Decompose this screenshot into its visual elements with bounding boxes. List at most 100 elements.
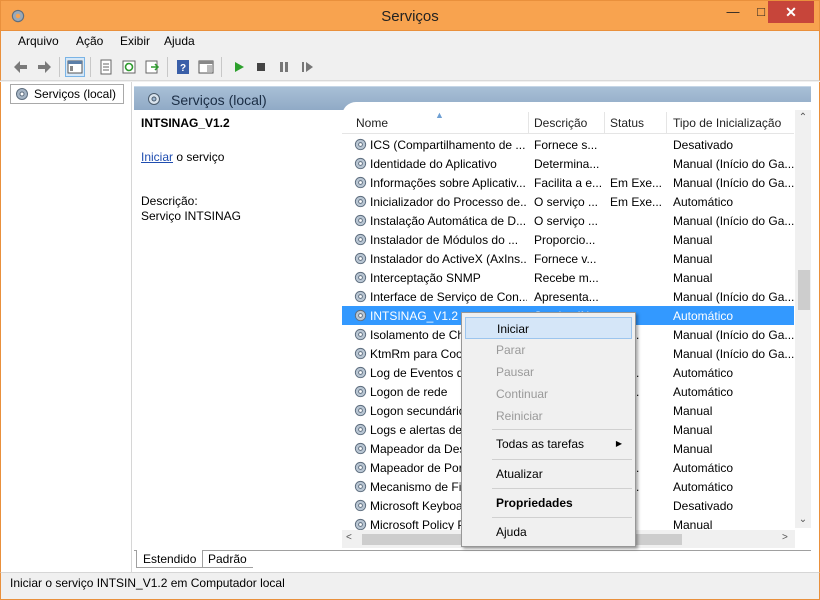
table-row[interactable]: ICS (Compartilhamento de ... Fornece s...… [342,135,794,154]
refresh-icon[interactable] [119,57,139,77]
service-gear-icon [354,385,367,398]
service-gear-icon [354,157,367,170]
cell-startup-type: Manual [673,442,713,456]
cell-startup-type: Manual (Início do Ga... [673,347,794,361]
forward-arrow-icon[interactable] [34,57,54,77]
context-menu: Iniciar Parar Pausar Continuar Reiniciar Toda… [461,312,636,547]
show-hide-icon[interactable] [196,57,216,77]
context-menu-label: Continuar [496,387,549,401]
context-menu-item-atualizar[interactable]: Atualizar [465,463,632,485]
cell-status: Em Exe... [610,176,663,190]
window-title: Serviços [381,8,439,25]
status-bar: Iniciar o serviço INTSIN_V1.2 em Computa… [0,572,820,600]
cell-startup-type: Automático [673,385,734,399]
cell-name: Informações sobre Aplicativ... [370,176,526,190]
cell-startup-type: Desativado [673,499,734,513]
context-menu-label: Todas as tarefas [496,437,585,451]
export-list-icon[interactable] [142,57,162,77]
menu-acao[interactable]: Ação [76,34,103,48]
minimize-button[interactable]: — [719,1,747,23]
table-row[interactable]: Instalador do ActiveX (AxIns... Fornece v… [342,249,794,268]
description-label: Descrição: [141,194,198,208]
cell-name: Instalação Automática de D... [370,214,527,228]
cell-description: O serviço ... [534,214,599,228]
table-row[interactable]: Interface de Serviço de Con... Apresenta.… [342,287,794,306]
list-header: ▲ Nome Descrição Status Tipo de Iniciali… [342,110,794,134]
start-service-link[interactable]: Iniciar [141,150,173,164]
column-header-startup-type[interactable]: Tipo de Inicialização [673,116,781,130]
pause-service-icon[interactable] [274,57,294,77]
context-menu-item-iniciar[interactable]: Iniciar [465,317,632,339]
column-header-description[interactable]: Descrição [534,116,587,130]
cell-name: Instalador de Módulos do ... [370,233,519,247]
service-gear-icon [354,461,367,474]
cell-name: Instalador do ActiveX (AxIns... [370,252,527,266]
cell-description: O serviço ... [534,195,599,209]
context-menu-item-todas-as-tarefas[interactable]: Todas as tarefas ▶ [465,433,632,455]
table-row[interactable]: Informações sobre Aplicativ... Facilita a… [342,173,794,192]
back-arrow-icon[interactable] [11,57,31,77]
title-bar: Serviços — □ ✕ [0,0,820,31]
context-menu-item-propriedades[interactable]: Propriedades [465,492,632,514]
cell-startup-type: Automático [673,480,734,494]
vertical-scroll-thumb[interactable] [798,270,810,310]
service-gear-icon [354,214,367,227]
services-gear-icon [148,93,160,105]
cell-startup-type: Manual (Início do Ga... [673,214,794,228]
table-row[interactable]: Instalador de Módulos do ... Proporcio...… [342,230,794,249]
table-row[interactable]: Instalação Automática de D... O serviço .… [342,211,794,230]
context-menu-label: Parar [496,343,526,357]
console-tree-icon[interactable] [65,57,85,77]
tree-item-services-local[interactable]: Serviços (local) [10,84,124,104]
close-button[interactable]: ✕ [768,1,814,23]
table-row[interactable]: Identidade do Aplicativo Determina... Manu… [342,154,794,173]
cell-status: Em Exe... [610,195,663,209]
menu-ajuda[interactable]: Ajuda [164,34,195,48]
service-gear-icon [354,290,367,303]
table-row[interactable]: Inicializador do Processo de... O serviço… [342,192,794,211]
context-menu-item-parar: Parar [465,339,632,361]
cell-startup-type: Manual (Início do Ga... [673,290,794,304]
start-service-icon[interactable] [229,57,249,77]
context-menu-item-ajuda[interactable]: Ajuda [465,521,632,543]
context-menu-item-continuar: Continuar [465,383,632,405]
scroll-right-arrow-icon[interactable]: > [782,532,788,543]
table-row[interactable]: Interceptação SNMP Recebe m... Manual [342,268,794,287]
service-gear-icon [354,195,367,208]
menu-exibir[interactable]: Exibir [120,34,150,48]
vertical-scrollbar[interactable]: ⌃ ⌄ [795,110,811,528]
service-gear-icon [354,233,367,246]
cell-description: Proporcio... [534,233,596,247]
services-gear-icon [16,88,28,100]
scroll-up-arrow-icon[interactable]: ⌃ [795,112,811,123]
cell-startup-type: Manual (Início do Ga... [673,176,794,190]
scroll-left-arrow-icon[interactable]: < [346,532,352,543]
main-area: Serviços (local) Serviços (local) INTSIN… [0,82,820,572]
cell-description: Fornece v... [534,252,597,266]
cell-startup-type: Manual (Início do Ga... [673,328,794,342]
cell-name: Interface de Serviço de Con... [370,290,527,304]
tree-item-label: Serviços (local) [34,87,117,101]
restart-service-icon[interactable] [297,57,317,77]
cell-description: Facilita a e... [534,176,602,190]
menu-arquivo[interactable]: Arquivo [18,34,59,48]
properties-icon[interactable] [96,57,116,77]
stop-service-icon[interactable] [251,57,271,77]
column-header-name[interactable]: Nome [356,116,388,130]
help-icon[interactable]: ? [173,57,193,77]
service-gear-icon [354,271,367,284]
svg-text:?: ? [180,63,186,74]
context-menu-label: Reiniciar [496,409,543,423]
cell-startup-type: Automático [673,309,734,323]
context-menu-label: Propriedades [496,496,573,510]
submenu-arrow-icon: ▶ [615,439,622,448]
tab-estendido[interactable]: Estendido [136,550,204,568]
context-menu-item-reiniciar: Reiniciar [465,405,632,427]
cell-startup-type: Manual [673,423,713,437]
cell-description: Fornece s... [534,138,598,152]
tab-padrao[interactable]: Padrão [202,550,253,568]
cell-name: Inicializador do Processo de... [370,195,527,209]
scroll-down-arrow-icon[interactable]: ⌄ [795,514,811,525]
cell-name: Interceptação SNMP [370,271,481,285]
column-header-status[interactable]: Status [610,116,644,130]
